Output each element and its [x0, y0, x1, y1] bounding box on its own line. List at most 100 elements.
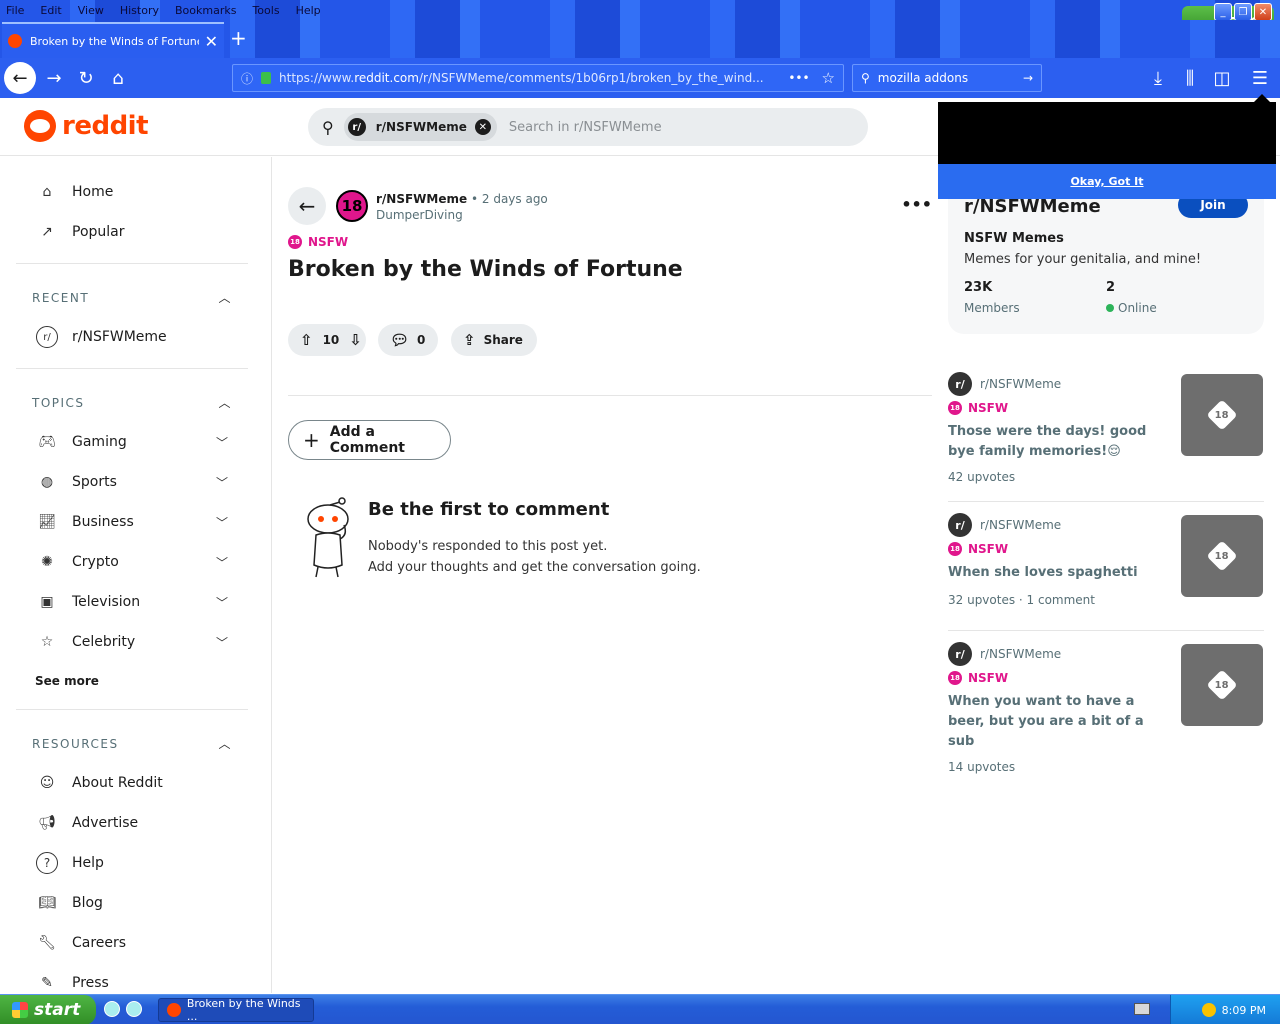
- subreddit-avatar[interactable]: 18: [336, 190, 368, 222]
- chevron-up-icon[interactable]: ︿: [218, 735, 232, 752]
- sidebar-item-crypto[interactable]: ✺ Crypto ﹀: [16, 542, 248, 582]
- related-post-title[interactable]: When she loves spaghetti: [948, 563, 1168, 583]
- menu-edit[interactable]: Edit: [38, 4, 63, 17]
- sidebar-item-home[interactable]: ⌂ Home: [16, 172, 248, 212]
- sidebar-item-advertise[interactable]: 📢︎ Advertise: [16, 803, 248, 843]
- related-post-title[interactable]: Those were the days! good bye family mem…: [948, 422, 1168, 462]
- sidebar-item-celebrity[interactable]: ☆ Celebrity ﹀: [16, 622, 248, 662]
- nsfw-thumbnail[interactable]: 18: [1181, 374, 1263, 456]
- downvote-icon[interactable]: ⇩: [349, 331, 362, 349]
- sidebar-item-press[interactable]: ✎ Press: [16, 963, 248, 993]
- left-sidebar: ⌂ Home ↗ Popular RECENT ︿ r/ r/NSFWMeme T…: [0, 157, 272, 993]
- sidebar-item-sports[interactable]: ◍ Sports ﹀: [16, 462, 248, 502]
- home-icon[interactable]: ⌂: [104, 64, 132, 92]
- sidebar-item-about[interactable]: ☺ About Reddit: [16, 763, 248, 803]
- downloads-icon[interactable]: ⤓: [1144, 64, 1172, 92]
- start-button[interactable]: start: [0, 995, 96, 1024]
- quick-launch-icon[interactable]: [126, 1001, 142, 1017]
- sidebar-item-television[interactable]: ▣ Television ﹀: [16, 582, 248, 622]
- nsfw-thumbnail[interactable]: 18: [1181, 515, 1263, 597]
- related-post-title[interactable]: When you want to have a beer, but you ar…: [948, 692, 1168, 752]
- minimize-icon[interactable]: _: [1214, 3, 1232, 21]
- chevron-down-icon[interactable]: ﹀: [216, 594, 228, 611]
- library-icon[interactable]: ⫼: [1176, 64, 1204, 92]
- subreddit-icon: r/: [948, 642, 972, 666]
- sidebar-item-label: Home: [72, 184, 114, 200]
- tray-icon[interactable]: [1201, 1003, 1216, 1017]
- upvote-icon[interactable]: ⇧: [300, 331, 313, 349]
- url-text[interactable]: https://www.reddit.com/r/NSFWMeme/commen…: [279, 71, 780, 85]
- clock: 8:09 PM: [1221, 1003, 1266, 1017]
- internet-explorer-icon[interactable]: [104, 1001, 120, 1017]
- chevron-down-icon[interactable]: ﹀: [216, 474, 228, 491]
- keyboard-icon[interactable]: [1134, 1003, 1150, 1015]
- remove-chip-icon[interactable]: ✕: [474, 119, 491, 135]
- add-comment-label: Add a Comment: [329, 424, 405, 456]
- taskbar-firefox-window[interactable]: Broken by the Winds ...: [158, 997, 314, 1023]
- chevron-down-icon[interactable]: ﹀: [216, 554, 228, 571]
- menu-history[interactable]: History: [118, 4, 161, 17]
- sidebar-item-business[interactable]: 📈︎ Business ﹀: [16, 502, 248, 542]
- reddit-search-bar[interactable]: ⚲ r/ r/NSFWMeme ✕ Search in r/NSFWMeme: [308, 108, 868, 146]
- sidebar-item-popular[interactable]: ↗ Popular: [16, 212, 248, 252]
- subreddit-search-chip[interactable]: r/ r/NSFWMeme ✕: [343, 113, 497, 141]
- sidebar-item-help[interactable]: ? Help: [16, 843, 248, 883]
- chevron-up-icon[interactable]: ︿: [218, 394, 232, 411]
- community-title: NSFW Memes: [964, 231, 1064, 246]
- more-options-icon[interactable]: •••: [901, 195, 932, 214]
- back-arrow-icon[interactable]: ←: [4, 62, 36, 94]
- reload-icon[interactable]: ↻: [72, 64, 100, 92]
- resources-section-header[interactable]: RESOURCES ︿: [32, 737, 232, 751]
- menu-bookmarks[interactable]: Bookmarks: [173, 4, 238, 17]
- author-link[interactable]: DumperDiving: [376, 208, 548, 222]
- add-comment-button[interactable]: + Add a Comment: [288, 420, 451, 460]
- crypto-icon: ✺: [41, 554, 53, 570]
- sidebar-item-blog[interactable]: 📖︎ Blog: [16, 883, 248, 923]
- back-arrow-icon[interactable]: ←: [288, 187, 326, 225]
- chevron-down-icon[interactable]: ﹀: [216, 434, 228, 451]
- subreddit-link[interactable]: r/NSFWMeme: [376, 192, 467, 206]
- snoo-illustration: [307, 497, 349, 578]
- sidebar-item-gaming[interactable]: 🎮︎ Gaming ﹀: [16, 422, 248, 462]
- forward-arrow-icon[interactable]: →: [40, 64, 68, 92]
- info-icon[interactable]: ⓘ: [241, 70, 253, 87]
- see-more-link[interactable]: See more: [35, 674, 99, 688]
- chevron-down-icon[interactable]: ﹀: [216, 514, 228, 531]
- chevron-down-icon[interactable]: ﹀: [216, 634, 228, 651]
- menu-view[interactable]: View: [76, 4, 106, 17]
- comments-button[interactable]: 💬︎ 0: [378, 324, 438, 356]
- menu-help[interactable]: Help: [294, 4, 323, 17]
- share-button[interactable]: ⇪ Share: [451, 324, 537, 356]
- restore-icon[interactable]: ❐: [1234, 3, 1252, 21]
- nsfw-icon: 18: [948, 671, 962, 685]
- okay-got-it-button[interactable]: Okay, Got It: [938, 164, 1276, 199]
- related-post[interactable]: r/ r/NSFWMeme 18 NSFW When you want to ha…: [948, 642, 1264, 774]
- search-go-icon[interactable]: →: [1023, 71, 1033, 85]
- recent-section-header[interactable]: RECENT ︿: [32, 291, 232, 305]
- sidebar-item-careers[interactable]: 🔧︎ Careers: [16, 923, 248, 963]
- chevron-up-icon[interactable]: ︿: [218, 289, 232, 306]
- close-icon[interactable]: ✕: [1254, 3, 1272, 21]
- nsfw-thumbnail[interactable]: 18: [1181, 644, 1263, 726]
- bookmark-star-icon[interactable]: ☆: [822, 69, 835, 87]
- tab-close-icon[interactable]: ✕: [205, 32, 218, 51]
- browser-search-bar[interactable]: ⚲ mozilla addons →: [852, 64, 1042, 92]
- hamburger-menu-icon[interactable]: ☰: [1246, 64, 1274, 92]
- topics-section-header[interactable]: TOPICS ︿: [32, 396, 232, 410]
- menu-tools[interactable]: Tools: [250, 4, 281, 17]
- window-controls: _ ❐ ✕: [1214, 3, 1272, 21]
- nsfw-thumbnail-icon: 18: [1206, 669, 1238, 701]
- community-name[interactable]: r/NSFWMeme: [964, 196, 1101, 217]
- new-tab-icon[interactable]: +: [230, 28, 247, 48]
- url-bar[interactable]: ⓘ https://www.reddit.com/r/NSFWMeme/comm…: [232, 64, 844, 92]
- sidebar-item-nsfwmeme[interactable]: r/ r/NSFWMeme: [16, 317, 248, 357]
- related-post[interactable]: r/ r/NSFWMeme 18 NSFW When she loves spag…: [948, 513, 1264, 607]
- tab-reddit-post[interactable]: Broken by the Winds of Fortune : ✕: [2, 22, 224, 58]
- search-input[interactable]: Search in r/NSFWMeme: [509, 120, 662, 135]
- browser-search-text[interactable]: mozilla addons: [878, 71, 1023, 85]
- menu-file[interactable]: File: [4, 4, 26, 17]
- related-post[interactable]: r/ r/NSFWMeme 18 NSFW Those were the days…: [948, 372, 1264, 484]
- sidebar-toggle-icon[interactable]: ◫: [1208, 64, 1236, 92]
- page-actions-icon[interactable]: •••: [788, 71, 809, 85]
- reddit-logo[interactable]: reddit: [24, 110, 149, 142]
